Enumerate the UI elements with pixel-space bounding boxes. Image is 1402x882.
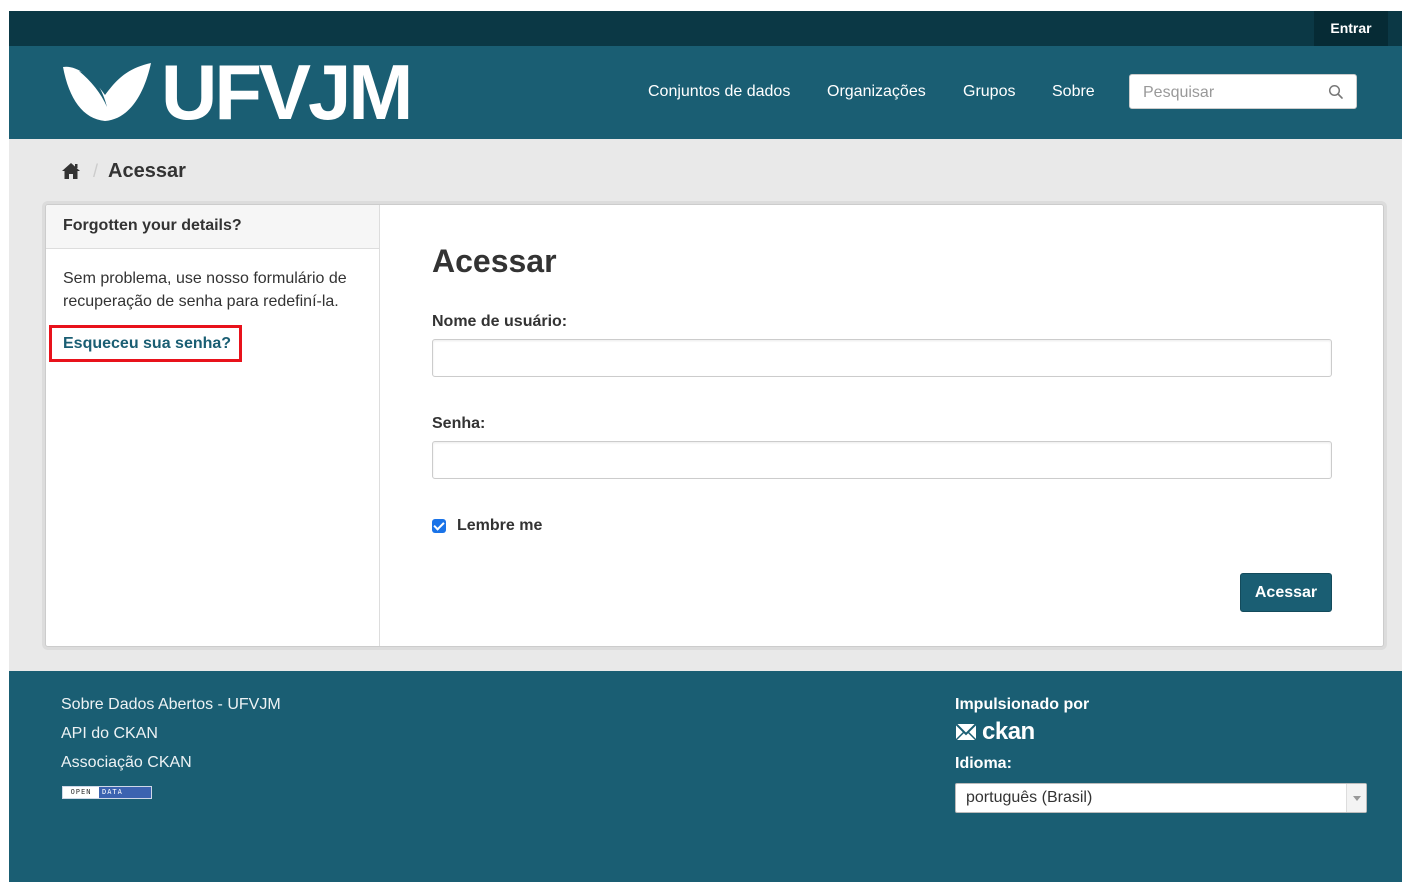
open-data-badge[interactable]: OPEN DATA	[62, 786, 152, 799]
remember-me: Lembre me	[432, 517, 542, 535]
powered-by-label: Impulsionado por	[955, 696, 1090, 713]
search-input[interactable]	[1141, 83, 1325, 103]
breadcrumb-current[interactable]: Acessar	[108, 160, 186, 183]
open-data-badge-right: DATA	[99, 787, 151, 798]
footer-link-api[interactable]: API do CKAN	[61, 723, 281, 752]
language-select[interactable]: português (Brasil)	[955, 783, 1367, 813]
sidebar-text: Sem problema, use nosso formulário de re…	[63, 270, 347, 310]
sidebar-body: Sem problema, use nosso formulário de re…	[46, 249, 379, 362]
ckan-envelope-icon	[955, 723, 977, 741]
sidebar-title: Forgotten your details?	[46, 205, 379, 249]
breadcrumb: / Acessar	[61, 159, 186, 183]
form-title: Acessar	[432, 243, 557, 279]
password-field[interactable]	[432, 441, 1332, 479]
nav-grupos[interactable]: Grupos	[963, 83, 1015, 101]
search-icon[interactable]	[1328, 84, 1344, 100]
home-icon[interactable]	[61, 162, 81, 180]
chevron-down-icon[interactable]	[1346, 784, 1366, 812]
nav-conjuntos-de-dados[interactable]: Conjuntos de dados	[648, 83, 790, 101]
footer: Sobre Dados Abertos - UFVJM API do CKAN …	[9, 671, 1402, 882]
footer-links: Sobre Dados Abertos - UFVJM API do CKAN …	[61, 694, 281, 781]
remember-me-checkbox[interactable]	[432, 519, 446, 533]
language-label: Idioma:	[955, 755, 1012, 772]
language-select-value: português (Brasil)	[966, 789, 1093, 806]
ckan-logo-text: ckan	[982, 718, 1035, 745]
help-sidebar: Forgotten your details? Sem problema, us…	[46, 205, 380, 646]
username-label: Nome de usuário:	[432, 313, 568, 330]
username-field[interactable]	[432, 339, 1332, 377]
footer-link-ckan-association[interactable]: Associação CKAN	[61, 752, 281, 781]
login-link[interactable]: Entrar	[1314, 11, 1388, 46]
account-bar: Entrar	[9, 11, 1402, 46]
login-submit-button[interactable]: Acessar	[1240, 573, 1332, 612]
search-box	[1129, 74, 1357, 109]
ckan-logo[interactable]: ckan	[955, 718, 1089, 746]
masthead: UFVJM Conjuntos de dados Organizações Gr…	[9, 46, 1402, 139]
page: Entrar UFVJM Conjuntos de dados Organiza…	[9, 11, 1402, 882]
nav-sobre[interactable]: Sobre	[1052, 83, 1095, 101]
forgot-password-link[interactable]: Esqueceu sua senha?	[49, 325, 243, 362]
remember-me-label[interactable]: Lembre me	[457, 517, 542, 535]
footer-link-about[interactable]: Sobre Dados Abertos - UFVJM	[61, 694, 281, 723]
nav-organizacoes[interactable]: Organizações	[827, 83, 926, 101]
password-label: Senha:	[432, 415, 486, 432]
breadcrumb-separator: /	[93, 160, 99, 181]
open-data-badge-left: OPEN	[63, 787, 99, 798]
login-panel: Forgotten your details? Sem problema, us…	[45, 204, 1384, 647]
powered-by: Impulsionado por ckan Idioma:	[955, 696, 1089, 773]
